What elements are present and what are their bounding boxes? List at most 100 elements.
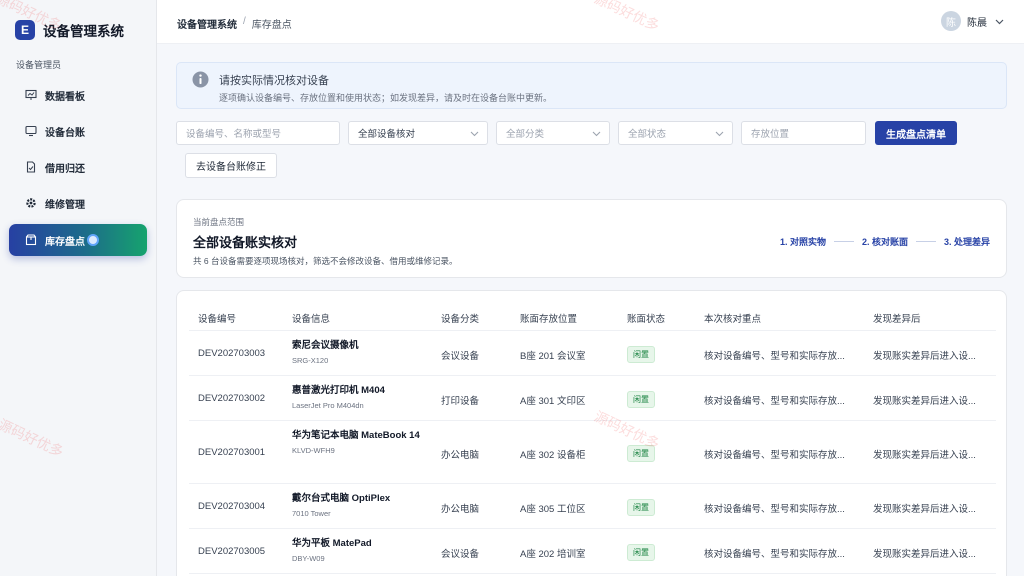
cell-category: 办公电脑 [441, 504, 480, 515]
table-row[interactable]: DEV202703001 华为笔记本电脑 MateBook 14 KLVD-WF… [189, 421, 996, 484]
table-header: 设备编号 设备信息 设备分类 账面存放位置 账面状态 本次核对重点 发现差异后 [189, 303, 996, 331]
table-row[interactable]: DEV202703002 惠普激光打印机 M404 LaserJet Pro M… [189, 376, 996, 421]
sidebar-item-label: 数据看板 [45, 91, 85, 103]
status-select[interactable]: 全部状态 [618, 121, 733, 145]
device-model: 7010 Tower [292, 509, 331, 518]
sidebar-item-dashboard[interactable]: 数据看板 [9, 79, 147, 111]
chevron-down-icon [470, 129, 479, 140]
table-row[interactable]: DEV202703003 索尼会议摄像机 SRG-X120 会议设备 B座 20… [189, 331, 996, 376]
table-row[interactable]: DEV202703005 华为平板 MatePad DBY-W09 会议设备 A… [189, 529, 996, 574]
cell-focus: 核对设备编号、型号和实际存放... [704, 396, 845, 407]
status-badge-text: 闲置 [627, 544, 655, 561]
cell-focus: 核对设备编号、型号和实际存放... [704, 450, 845, 461]
sidebar-item-label: 设备台账 [45, 127, 85, 139]
breadcrumb-root[interactable]: 设备管理系统 [177, 16, 237, 31]
category-value: 全部分类 [506, 129, 545, 140]
cell-after: 发现账实差异后进入设... [873, 504, 976, 515]
logo-badge: E [15, 20, 35, 40]
table-row[interactable]: DEV202703004 戴尔台式电脑 OptiPlex 7010 Tower … [189, 484, 996, 529]
step-2: 2. 核对账面 [861, 237, 908, 247]
col-info: 设备信息 [292, 314, 331, 325]
status-badge-text: 闲置 [627, 391, 655, 408]
col-id: 设备编号 [198, 314, 237, 325]
cell-location: A座 301 文印区 [520, 396, 586, 407]
cell-after: 发现账实差异后进入设... [873, 549, 976, 560]
box-icon [25, 234, 37, 246]
cursor-indicator [87, 234, 99, 246]
cell-location: B座 201 会议室 [520, 351, 586, 362]
step-1: 1. 对照实物 [779, 237, 826, 247]
cell-id: DEV202703004 [198, 501, 266, 512]
status-value: 全部状态 [628, 129, 667, 140]
generate-list-button[interactable]: 生成盘点清单 [875, 121, 957, 145]
sidebar-item-inventory[interactable]: 库存盘点 [9, 224, 147, 256]
status-badge-text: 闲置 [627, 445, 655, 462]
sidebar-item-repair[interactable]: 维修管理 [9, 187, 147, 219]
app-title: 设备管理系统 [43, 24, 124, 39]
cell-location: A座 202 培训室 [520, 549, 586, 560]
cell-after: 发现账实差异后进入设... [873, 351, 976, 362]
col-focus: 本次核对重点 [704, 314, 762, 325]
scope-card: 当前盘点范围 全部设备账实核对 共 6 台设备需要逐项现场核对，筛选不会修改设备… [176, 199, 1007, 278]
top-header: 设备管理系统 / 库存盘点 陈 陈晨 [157, 0, 1024, 44]
cell-location: A座 302 设备柜 [520, 450, 586, 461]
user-menu[interactable]: 陈 陈晨 [941, 11, 1004, 31]
status-badge: 闲置 [627, 499, 655, 516]
info-alert: 请按实际情况核对设备 逐项确认设备编号、存放位置和使用状态；如发现差异，请及时在… [176, 62, 1007, 109]
device-name: 惠普激光打印机 M404 [292, 385, 385, 396]
sidebar-item-borrow[interactable]: 借用归还 [9, 151, 147, 183]
status-badge: 闲置 [627, 346, 655, 363]
inventory-table: 设备编号 设备信息 设备分类 账面存放位置 账面状态 本次核对重点 发现差异后 … [176, 290, 1007, 576]
chevron-down-icon [592, 129, 601, 140]
sidebar-item-label: 借用归还 [45, 163, 85, 175]
user-name: 陈晨 [967, 17, 987, 29]
scope-title: 全部设备账实核对 [193, 235, 298, 250]
device-name: 华为平板 MatePad [292, 538, 372, 549]
col-category: 设备分类 [441, 314, 480, 325]
steps: 1. 对照实物 2. 核对账面 3. 处理差异 [780, 235, 990, 248]
cell-after: 发现账实差异后进入设... [873, 396, 976, 407]
status-badge-text: 闲置 [627, 499, 655, 516]
search-input[interactable]: 设备编号、名称或型号 [176, 121, 340, 145]
step-divider [833, 241, 854, 242]
col-location: 账面存放位置 [520, 314, 578, 325]
category-select[interactable]: 全部分类 [496, 121, 610, 145]
status-badge: 闲置 [627, 544, 655, 561]
status-badge: 闲置 [627, 391, 655, 408]
sidebar: E 设备管理系统 设备管理员 数据看板 设备台账 借用归还 维修管理 库存盘点 [0, 0, 157, 576]
device-name: 戴尔台式电脑 OptiPlex [292, 493, 391, 504]
dashboard-icon [25, 89, 37, 101]
col-status: 账面状态 [627, 314, 666, 325]
breadcrumb-separator: / [243, 16, 246, 27]
role-label: 设备管理员 [16, 60, 62, 70]
device-model: KLVD-WFH9 [292, 446, 335, 455]
cell-info: 索尼会议摄像机 SRG-X120 [292, 339, 427, 365]
cell-id: DEV202703001 [198, 447, 266, 458]
scope-description: 共 6 台设备需要逐项现场核对，筛选不会修改设备、借用或维修记录。 [193, 256, 458, 266]
fix-ledger-button[interactable]: 去设备台账修正 [185, 153, 277, 178]
sidebar-item-devices[interactable]: 设备台账 [9, 115, 147, 147]
check-scope-select[interactable]: 全部设备核对 [348, 121, 488, 145]
gear-icon [25, 197, 37, 209]
search-placeholder: 设备编号、名称或型号 [186, 129, 282, 140]
cell-category: 会议设备 [441, 549, 480, 560]
document-icon [25, 161, 37, 173]
step-divider [915, 241, 936, 242]
chevron-down-icon [995, 12, 1004, 30]
cell-focus: 核对设备编号、型号和实际存放... [704, 504, 845, 515]
cell-category: 会议设备 [441, 351, 480, 362]
chevron-down-icon [715, 129, 724, 140]
location-input[interactable]: 存放位置 [741, 121, 866, 145]
device-model: SRG-X120 [292, 356, 329, 365]
location-placeholder: 存放位置 [751, 129, 790, 140]
device-name: 华为笔记本电脑 MateBook 14 [292, 430, 420, 441]
monitor-icon [25, 125, 37, 137]
cell-id: DEV202703002 [198, 393, 266, 404]
breadcrumb: 设备管理系统 / 库存盘点 [177, 16, 292, 31]
cell-info: 华为笔记本电脑 MateBook 14 KLVD-WFH9 [292, 429, 427, 455]
alert-text: 逐项确认设备编号、存放位置和使用状态；如发现差异，请及时在设备台账中更新。 [219, 93, 553, 103]
status-badge-text: 闲置 [627, 346, 655, 363]
app-logo[interactable]: E 设备管理系统 [15, 20, 124, 40]
cell-location: A座 305 工位区 [520, 504, 586, 515]
cell-after: 发现账实差异后进入设... [873, 450, 976, 461]
